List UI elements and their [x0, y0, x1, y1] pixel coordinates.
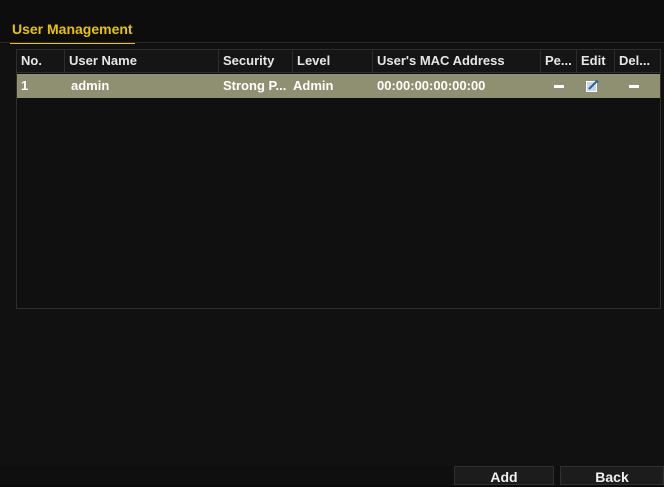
title-bar: User Management	[0, 0, 664, 44]
table-row[interactable]: 1 admin Strong P... Admin 00:00:00:00:00…	[17, 74, 660, 98]
column-header-edit[interactable]: Edit	[577, 50, 615, 72]
column-header-security[interactable]: Security	[219, 50, 293, 72]
tab-user-management[interactable]: User Management	[10, 18, 135, 44]
delete-dash-icon[interactable]	[629, 85, 639, 88]
table-header: No. User Name Security Level User's MAC …	[17, 50, 660, 73]
permission-dash-icon[interactable]	[554, 85, 564, 88]
column-header-mac-address[interactable]: User's MAC Address	[373, 50, 541, 72]
cell-security: Strong P...	[223, 78, 287, 93]
cell-mac-address: 00:00:00:00:00:00	[377, 78, 486, 93]
cell-user-name: admin	[71, 78, 110, 93]
tab-divider	[0, 42, 664, 43]
column-header-delete[interactable]: Del...	[615, 50, 660, 72]
edit-icon[interactable]	[586, 80, 599, 92]
cell-level: Admin	[293, 78, 334, 93]
user-table: No. User Name Security Level User's MAC …	[16, 49, 661, 309]
user-management-window: User Management No. User Name Security L…	[0, 0, 664, 485]
column-header-user-name[interactable]: User Name	[65, 50, 219, 72]
column-header-permission[interactable]: Pe...	[541, 50, 577, 72]
column-header-no[interactable]: No.	[17, 50, 65, 72]
column-header-level[interactable]: Level	[293, 50, 373, 72]
cell-no: 1	[21, 78, 29, 93]
back-button[interactable]: Back	[560, 466, 664, 485]
add-button[interactable]: Add	[454, 466, 554, 485]
